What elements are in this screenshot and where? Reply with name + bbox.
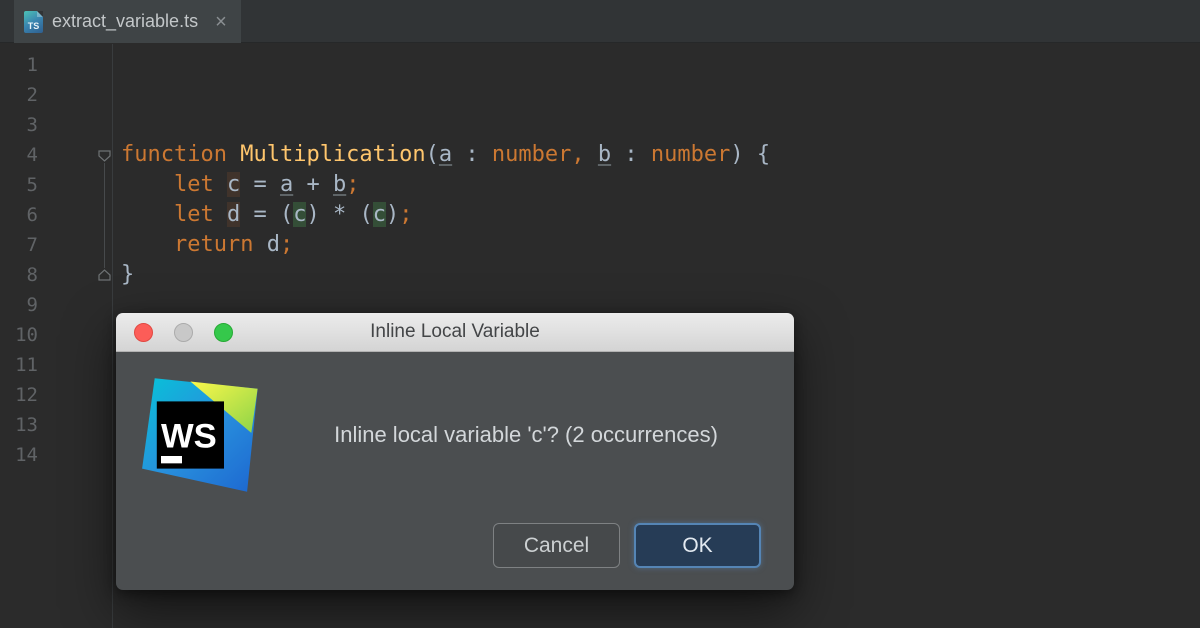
code-token: d bbox=[253, 232, 280, 257]
line-number: 3 bbox=[0, 110, 38, 140]
code-token: function bbox=[121, 142, 227, 167]
line-number: 2 bbox=[0, 80, 38, 110]
line-number: 4 bbox=[0, 140, 38, 170]
cancel-button[interactable]: Cancel bbox=[493, 523, 620, 568]
code-token bbox=[214, 202, 227, 227]
code-token: ; bbox=[346, 172, 359, 197]
code-token: a bbox=[439, 142, 452, 167]
code-line bbox=[121, 80, 1200, 110]
dialog-message: Inline local variable 'c'? (2 occurrence… bbox=[284, 422, 768, 448]
line-number: 10 bbox=[0, 320, 38, 350]
code-token: ; bbox=[399, 202, 412, 227]
dialog-buttons: Cancel OK bbox=[493, 523, 761, 568]
code-token: } bbox=[121, 262, 134, 287]
zoom-traffic-light-icon[interactable] bbox=[214, 323, 233, 342]
line-number: 8 bbox=[0, 260, 38, 290]
dialog-body: WS Inline local variable 'c'? (2 occurre… bbox=[116, 352, 794, 590]
code-token bbox=[121, 232, 174, 257]
editor-gutter: 1234567891011121314 bbox=[0, 44, 113, 628]
code-line: return d; bbox=[121, 230, 1200, 260]
code-line bbox=[121, 110, 1200, 140]
code-token: return bbox=[174, 232, 253, 257]
line-number-gutter: 1234567891011121314 bbox=[0, 50, 38, 470]
line-number: 13 bbox=[0, 410, 38, 440]
code-token: ) { bbox=[730, 142, 770, 167]
code-line: } bbox=[121, 260, 1200, 290]
code-token bbox=[214, 172, 227, 197]
code-token: c bbox=[293, 202, 306, 227]
code-token: let bbox=[174, 202, 214, 227]
code-token: ; bbox=[280, 232, 293, 257]
line-number: 1 bbox=[0, 50, 38, 80]
inline-local-variable-dialog: Inline Local Variable WS Inline local v bbox=[116, 313, 794, 590]
code-token: ( bbox=[426, 142, 439, 167]
line-number: 11 bbox=[0, 350, 38, 380]
typescript-file-icon-label: TS bbox=[28, 22, 40, 33]
code-token: b bbox=[598, 142, 611, 167]
code-token: ) bbox=[386, 202, 399, 227]
editor-tab-bar: TS extract_variable.ts × bbox=[0, 0, 1200, 43]
code-token: let bbox=[174, 172, 214, 197]
code-token: number bbox=[492, 142, 571, 167]
code-line: let c = a + b; bbox=[121, 170, 1200, 200]
fold-collapse-start-icon[interactable] bbox=[97, 148, 112, 163]
code-token: = ( bbox=[240, 202, 293, 227]
ok-button[interactable]: OK bbox=[634, 523, 761, 568]
fold-collapse-end-icon[interactable] bbox=[97, 268, 112, 283]
code-token: c bbox=[227, 172, 240, 197]
code-token bbox=[121, 172, 174, 197]
code-token: : bbox=[611, 142, 651, 167]
code-token: c bbox=[373, 202, 386, 227]
code-token: d bbox=[227, 202, 240, 227]
webstorm-logo-text: WS bbox=[161, 418, 217, 456]
code-token: b bbox=[333, 172, 346, 197]
line-number: 12 bbox=[0, 380, 38, 410]
line-number: 7 bbox=[0, 230, 38, 260]
typescript-file-icon: TS bbox=[24, 11, 43, 33]
code-token: number bbox=[651, 142, 730, 167]
code-token bbox=[585, 142, 598, 167]
code-line: function Multiplication(a : number, b : … bbox=[121, 140, 1200, 170]
code-token: = bbox=[240, 172, 280, 197]
dialog-titlebar[interactable]: Inline Local Variable bbox=[116, 313, 794, 352]
code-line bbox=[121, 50, 1200, 80]
webstorm-logo-icon: WS bbox=[140, 372, 266, 498]
tab-label: extract_variable.ts bbox=[52, 11, 198, 32]
code-token: : bbox=[452, 142, 492, 167]
tab-extract-variable-ts[interactable]: TS extract_variable.ts × bbox=[14, 0, 241, 43]
code-token: a bbox=[280, 172, 293, 197]
code-token: + bbox=[293, 172, 333, 197]
line-number: 5 bbox=[0, 170, 38, 200]
code-token bbox=[227, 142, 240, 167]
code-token: Multiplication bbox=[240, 142, 425, 167]
close-traffic-light-icon[interactable] bbox=[134, 323, 153, 342]
line-number: 6 bbox=[0, 200, 38, 230]
fold-guide-line bbox=[104, 163, 105, 268]
minimize-traffic-light-icon[interactable] bbox=[174, 323, 193, 342]
line-number: 14 bbox=[0, 440, 38, 470]
code-token bbox=[121, 202, 174, 227]
code-token: , bbox=[571, 142, 584, 167]
code-token: ) * ( bbox=[306, 202, 372, 227]
line-number: 9 bbox=[0, 290, 38, 320]
traffic-lights bbox=[134, 323, 233, 342]
tab-close-icon[interactable]: × bbox=[215, 12, 227, 32]
dialog-title: Inline Local Variable bbox=[370, 321, 540, 343]
code-line: let d = (c) * (c); bbox=[121, 200, 1200, 230]
